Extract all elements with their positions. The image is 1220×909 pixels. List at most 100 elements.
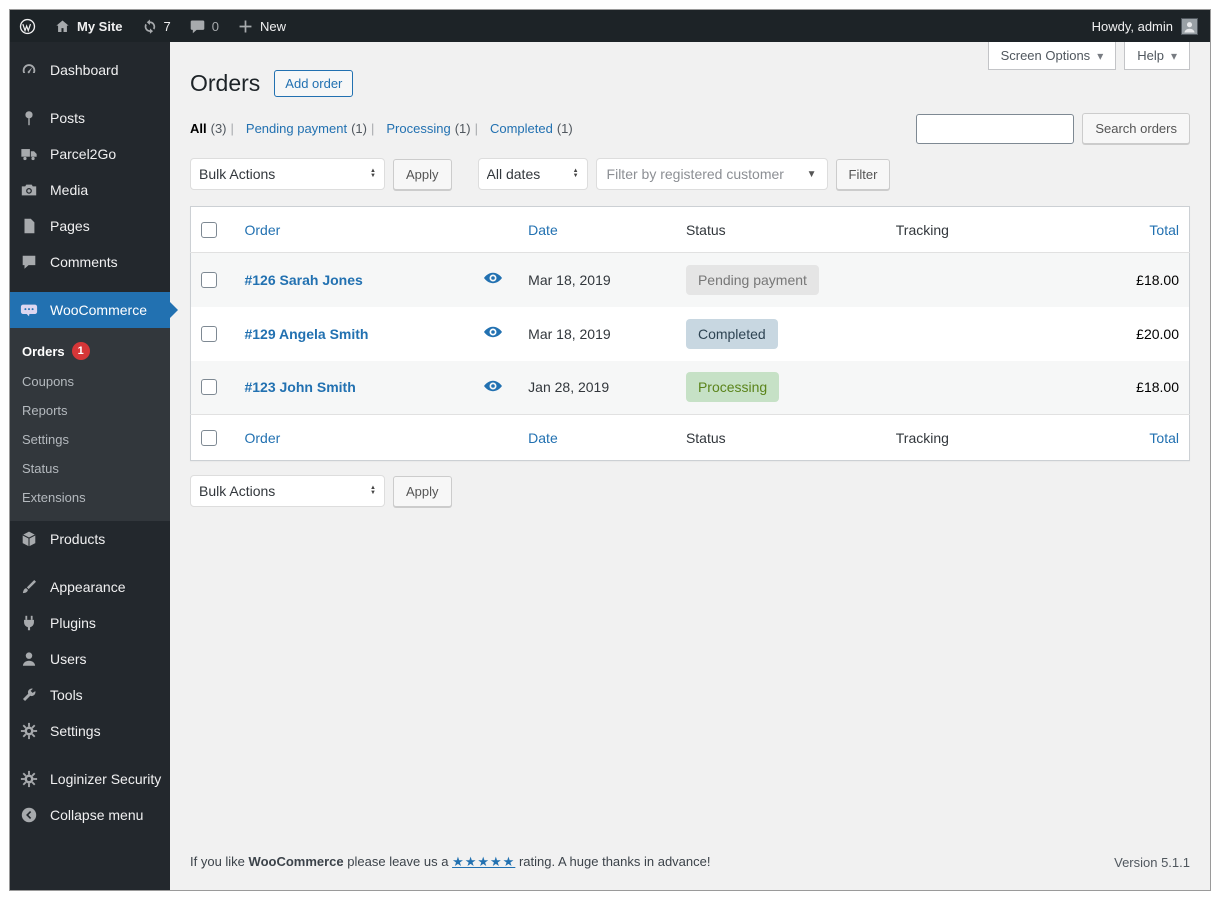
sidebar-label: Collapse menu	[50, 807, 144, 823]
add-order-button[interactable]: Add order	[274, 70, 354, 97]
help-tab[interactable]: Help	[1124, 42, 1190, 70]
user-avatar[interactable]	[1181, 17, 1198, 35]
order-total: £18.00	[1136, 379, 1179, 396]
row-checkbox[interactable]	[201, 271, 217, 288]
column-header-date[interactable]: Date	[528, 222, 558, 238]
bulk-actions-select-top[interactable]: Bulk Actions	[190, 158, 385, 190]
column-header-order[interactable]: Order	[244, 222, 280, 238]
status-badge: Completed	[685, 318, 778, 349]
sidebar-item-pages[interactable]: Pages	[10, 208, 170, 244]
row-checkbox[interactable]	[201, 325, 217, 342]
sidebar-item-loginizer-security[interactable]: Loginizer Security	[10, 761, 170, 797]
sidebar-item-woocommerce[interactable]: WooCommerce	[10, 292, 178, 328]
gear-icon	[19, 721, 39, 741]
submenu-item-extensions[interactable]: Extensions	[10, 483, 170, 512]
submenu-item-coupons[interactable]: Coupons	[10, 367, 170, 396]
sidebar-item-media[interactable]: Media	[10, 172, 170, 208]
bulk-actions-select-bottom[interactable]: Bulk Actions	[190, 475, 385, 507]
footer-thankyou-text: If you like WooCommerce please leave us …	[190, 854, 711, 869]
sidebar-item-users[interactable]: Users	[10, 641, 170, 677]
help-label: Help	[1137, 48, 1164, 63]
comments-link[interactable]: 0	[180, 10, 228, 42]
sidebar-label: Comments	[50, 254, 118, 270]
sidebar-label: Plugins	[50, 615, 96, 631]
paintbrush-icon	[19, 577, 39, 597]
search-orders-button[interactable]: Search orders	[1082, 113, 1190, 144]
woocommerce-logo-icon	[19, 300, 39, 320]
updates-link[interactable]: 7	[132, 10, 180, 42]
column-header-total[interactable]: Total	[1149, 222, 1179, 238]
sidebar-item-products[interactable]: Products	[10, 521, 170, 557]
submenu-item-settings[interactable]: Settings	[10, 425, 170, 454]
sidebar-label: Media	[50, 182, 89, 198]
row-checkbox[interactable]	[201, 379, 217, 396]
sidebar-label: Loginizer Security	[50, 771, 162, 787]
submenu-label: Settings	[22, 432, 69, 447]
new-content-menu[interactable]: New	[228, 10, 295, 42]
sidebar-label: Tools	[50, 687, 83, 703]
page-icon	[19, 216, 39, 236]
apply-button-bottom[interactable]: Apply	[393, 475, 452, 507]
all-dates-select[interactable]: All dates	[477, 158, 588, 190]
order-row-126: #126 Sarah Jones Mar 18, 2019 Pending pa…	[190, 252, 1190, 307]
chevron-down-icon: ▼	[806, 168, 817, 180]
column-footer-total[interactable]: Total	[1149, 430, 1179, 446]
order-link[interactable]: #123 John Smith	[244, 379, 355, 395]
wordpress-logo-icon	[19, 18, 36, 35]
table-footer-row: Order Date Status Tracking Total	[190, 414, 1190, 461]
column-footer-date[interactable]: Date	[528, 430, 558, 446]
sidebar-item-collapse-menu[interactable]: Collapse menu	[10, 797, 170, 833]
preview-eye-icon[interactable]	[482, 376, 504, 396]
submenu-item-status[interactable]: Status	[10, 454, 170, 483]
five-star-rating-link[interactable]: ★★★★★	[452, 854, 515, 869]
submenu-item-orders[interactable]: Orders 1	[10, 335, 170, 367]
order-total: £18.00	[1136, 271, 1179, 288]
preview-eye-icon[interactable]	[482, 322, 504, 342]
woocommerce-submenu: Orders 1 Coupons Reports Settings Status…	[10, 328, 170, 521]
gear-icon	[19, 769, 39, 789]
admin-sidebar: Dashboard Posts Parcel2Go Media Pages Co…	[10, 42, 178, 890]
sidebar-label: Products	[50, 531, 106, 547]
submenu-label: Coupons	[22, 374, 75, 389]
tracking-cell	[886, 307, 1090, 361]
howdy-text[interactable]: Howdy, admin	[1092, 19, 1173, 34]
admin-footer: If you like WooCommerce please leave us …	[190, 838, 1190, 890]
sidebar-item-dashboard[interactable]: Dashboard	[10, 52, 170, 88]
sidebar-item-tools[interactable]: Tools	[10, 677, 170, 713]
sidebar-item-settings[interactable]: Settings	[10, 713, 170, 749]
sidebar-item-plugins[interactable]: Plugins	[10, 605, 170, 641]
order-link[interactable]: #129 Angela Smith	[244, 326, 368, 342]
speech-bubble-icon	[19, 252, 39, 272]
search-orders-input[interactable]	[916, 113, 1075, 144]
site-name-link[interactable]: My Site	[45, 10, 132, 42]
sidebar-item-parcel2go[interactable]: Parcel2Go	[10, 136, 170, 172]
status-badge: Processing	[685, 372, 780, 403]
submenu-item-reports[interactable]: Reports	[10, 396, 170, 425]
customer-filter-placeholder: Filter by registered customer	[606, 166, 784, 182]
version-text: Version 5.1.1	[1114, 854, 1190, 870]
column-footer-order[interactable]: Order	[244, 430, 280, 446]
view-all[interactable]: All (3)	[190, 121, 227, 136]
order-link[interactable]: #126 Sarah Jones	[244, 272, 362, 288]
view-completed[interactable]: Completed (1)	[471, 121, 573, 136]
sidebar-item-posts[interactable]: Posts	[10, 100, 170, 136]
sidebar-item-comments[interactable]: Comments	[10, 244, 170, 280]
screen-options-tab[interactable]: Screen Options	[987, 42, 1117, 70]
updates-count: 7	[163, 18, 171, 34]
select-all-checkbox-bottom[interactable]	[201, 429, 217, 446]
select-all-checkbox[interactable]	[201, 221, 217, 238]
table-header-row: Order Date Status Tracking Total	[190, 207, 1190, 253]
customer-filter-select[interactable]: Filter by registered customer ▼	[595, 158, 828, 190]
sidebar-item-appearance[interactable]: Appearance	[10, 569, 170, 605]
sidebar-label: Dashboard	[50, 62, 119, 78]
person-icon	[19, 649, 39, 669]
filter-button[interactable]: Filter	[835, 158, 891, 190]
view-processing[interactable]: Processing (1)	[367, 121, 470, 136]
submenu-label: Orders	[22, 343, 65, 359]
view-pending-payment[interactable]: Pending payment (1)	[227, 121, 367, 136]
apply-button-top[interactable]: Apply	[393, 158, 452, 190]
wordpress-logo-menu[interactable]	[10, 10, 45, 42]
order-date: Jan 28, 2019	[528, 379, 610, 396]
order-row-123: #123 John Smith Jan 28, 2019 Processing …	[190, 360, 1190, 415]
preview-eye-icon[interactable]	[482, 268, 504, 288]
